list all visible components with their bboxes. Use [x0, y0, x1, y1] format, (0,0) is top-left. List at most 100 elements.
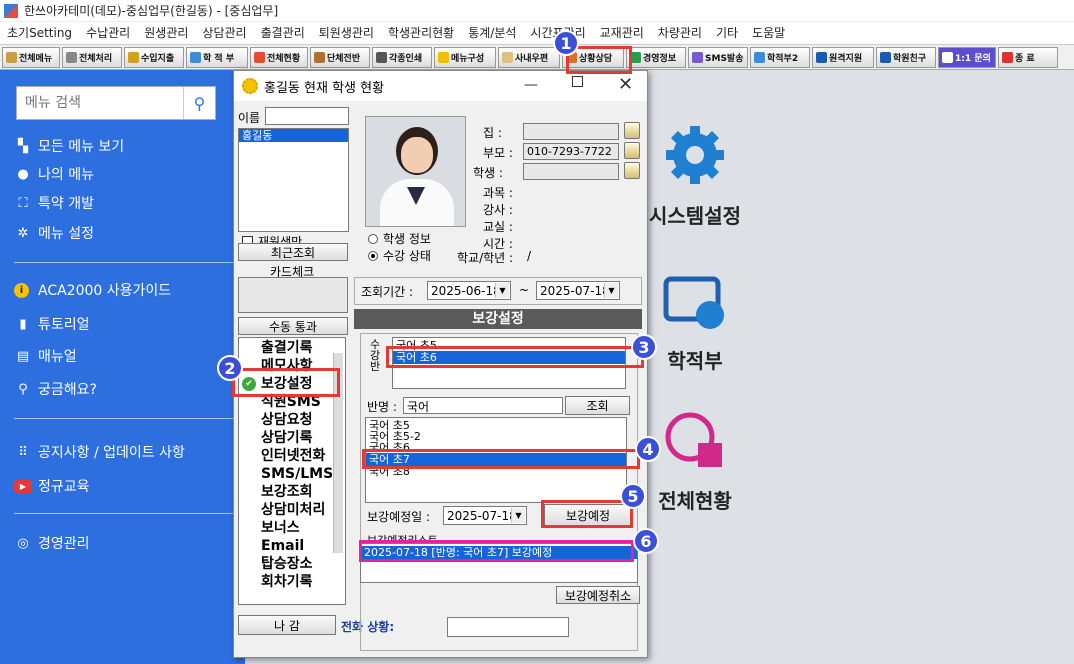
toolbar-button[interactable]: 단체전반 [310, 46, 370, 68]
sidebar-item[interactable]: ● 나의 메뉴 [14, 164, 94, 184]
menu-item[interactable]: 차량관리 [651, 24, 709, 41]
info-icon: i [14, 282, 29, 298]
menu-item[interactable]: 기타 [709, 24, 745, 41]
manual-pass-button[interactable]: 수동 통과 [238, 317, 348, 335]
lock-icon[interactable] [624, 122, 640, 139]
name-list[interactable]: 홍길동 [238, 128, 349, 232]
sun-icon [242, 78, 258, 94]
history-menu-item[interactable]: 탑승장소 [239, 555, 345, 573]
toolbar-icon [1002, 51, 1013, 63]
sidebar-item[interactable]: ⠿ 공지사항 / 업데이트 사항 [14, 442, 185, 462]
globe-chart-icon [660, 405, 730, 475]
card-check-field [238, 277, 348, 313]
callout-badge: 1 [553, 30, 579, 56]
sidebar-item[interactable]: ▚ 모든 메뉴 보기 [14, 136, 124, 156]
toolbar-button[interactable]: 학적부2 [750, 46, 810, 68]
sidebar-item[interactable]: ▮ 튜토리얼 [14, 314, 89, 334]
toolbar-icon [190, 51, 201, 63]
sidebar-item[interactable]: ✲ 메뉴 설정 [14, 223, 94, 243]
makeup-cancel-button[interactable]: 보강예정취소 [556, 586, 640, 604]
menu-item[interactable]: 퇴원생관리 [312, 24, 381, 41]
menu-item[interactable]: 수납관리 [79, 24, 137, 41]
menu-item[interactable]: 통계/분석 [461, 24, 523, 41]
menu-search-input[interactable] [17, 87, 182, 119]
history-menu-item[interactable]: 보강조회 [239, 483, 345, 501]
toolbar-button[interactable]: 1:1 문의 [938, 46, 996, 68]
toolbar-icon [754, 51, 765, 63]
period-from-select[interactable]: 2025-06-18 ▼ [427, 281, 511, 300]
toolbar-button[interactable]: 종 료 [998, 46, 1058, 68]
sidebar-item[interactable]: ▶ 정규교육 [14, 476, 90, 496]
radio-button[interactable] [368, 250, 378, 261]
lock-icon[interactable] [624, 142, 640, 159]
history-menu-item[interactable]: 회차기록 [239, 573, 345, 591]
menu-item[interactable]: 도움말 [745, 24, 792, 41]
history-menu-item[interactable]: 상담미처리 [239, 501, 345, 519]
toolbar-button[interactable]: 원격지원 [812, 46, 874, 68]
toolbar-icon [376, 51, 387, 63]
chevron-down-icon: ▼ [604, 283, 618, 298]
sidebar-item[interactable]: i ACA2000 사용가이드 [14, 280, 171, 300]
search-button[interactable]: 조회 [565, 396, 630, 415]
menu-item[interactable]: 상담관리 [195, 24, 253, 41]
radio-class-status[interactable]: 수강 상태 [368, 247, 431, 264]
sidebar-item[interactable]: ⛶ 특약 개발 [14, 193, 94, 213]
history-menu-item[interactable]: 상담요청 [239, 411, 345, 429]
sidebar-item[interactable]: ◎ 경영관리 [14, 533, 89, 553]
highlight-box-6 [359, 540, 634, 562]
toolbar-button[interactable]: 전체처리 [62, 46, 122, 68]
gear-icon [660, 120, 730, 190]
toolbar-button[interactable]: 전체현황 [250, 46, 308, 68]
toolbar-button[interactable]: SMS발송 [688, 46, 748, 68]
menu-item[interactable]: 교재관리 [593, 24, 651, 41]
history-menu-item[interactable]: 인터넷전화 [239, 447, 345, 465]
highlight-box-4 [362, 449, 640, 469]
toolbar-button[interactable]: 수입지출 [124, 46, 184, 68]
makeup-date-label: 보강예정일 : [367, 510, 431, 524]
toolbar-button[interactable]: 각종인쇄 [372, 46, 432, 68]
sidebar-item[interactable]: ▤ 매뉴얼 [14, 346, 77, 366]
globe-icon: ◎ [17, 535, 29, 551]
maximize-icon[interactable] [572, 76, 583, 87]
dialog-title-bar: 홍길동 현재 학생 현황 — ✕ [234, 71, 647, 101]
radio-button[interactable] [368, 233, 378, 244]
toolbar-icon [128, 51, 139, 63]
history-menu-item[interactable]: 상담기록 [239, 429, 345, 447]
toolbar-button[interactable]: 메뉴구성 [434, 46, 496, 68]
history-menu-item[interactable]: 보너스 [239, 519, 345, 537]
menu-item[interactable]: 출결관리 [254, 24, 312, 41]
menu-item[interactable]: 초기Setting [0, 24, 79, 41]
menu-bar: 초기Setting 수납관리 원생관리 상담관리 출결관리 퇴원생관리 학생관리현황 통계/분… [0, 22, 1074, 42]
callout-badge: 5 [620, 483, 646, 509]
name-input[interactable] [265, 107, 349, 125]
sitemap-icon: ▚ [18, 138, 28, 154]
name-list-item[interactable]: 홍길동 [239, 129, 348, 142]
grid-icon: ⠿ [18, 444, 28, 460]
class-label: 수강반 [370, 338, 381, 373]
exit-button[interactable]: 나 감 [238, 615, 336, 635]
history-menu-item[interactable]: Email [239, 537, 345, 555]
toolbar-button[interactable]: 사내우편 [498, 46, 560, 68]
makeup-date-select[interactable]: 2025-07-18 ▼ [443, 506, 527, 525]
lock-icon[interactable] [624, 162, 640, 179]
toolbar-button[interactable]: 경영정보 [626, 46, 686, 68]
recent-search-button[interactable]: 최근조회 [238, 243, 348, 261]
radio-student-info[interactable]: 학생 정보 [368, 230, 431, 247]
toolbar-button[interactable]: 학원친구 [876, 46, 936, 68]
toolbar-button[interactable]: 전체메뉴 [2, 46, 60, 68]
banmyeong-input[interactable]: 국어 [403, 397, 563, 414]
period-label: 조회기간 : [361, 285, 414, 299]
history-menu-item[interactable]: 출결기록 [239, 339, 345, 357]
history-menu-item[interactable]: SMS/LMS [239, 465, 345, 483]
period-to-select[interactable]: 2025-07-18 ▼ [536, 281, 620, 300]
highlight-box-3 [386, 346, 644, 368]
menu-item[interactable]: 원생관리 [137, 24, 195, 41]
menu-item[interactable]: 학생관리현황 [381, 24, 461, 41]
close-icon[interactable]: ✕ [618, 74, 633, 95]
toolbar-button[interactable]: 학 적 부 [186, 46, 248, 68]
home-phone-field [523, 123, 619, 140]
sidebar-item[interactable]: ⚲ 궁금해요? [14, 379, 97, 399]
search-icon[interactable]: ⚲ [183, 87, 215, 119]
student-photo [365, 116, 466, 227]
minimize-icon[interactable]: — [524, 77, 538, 93]
